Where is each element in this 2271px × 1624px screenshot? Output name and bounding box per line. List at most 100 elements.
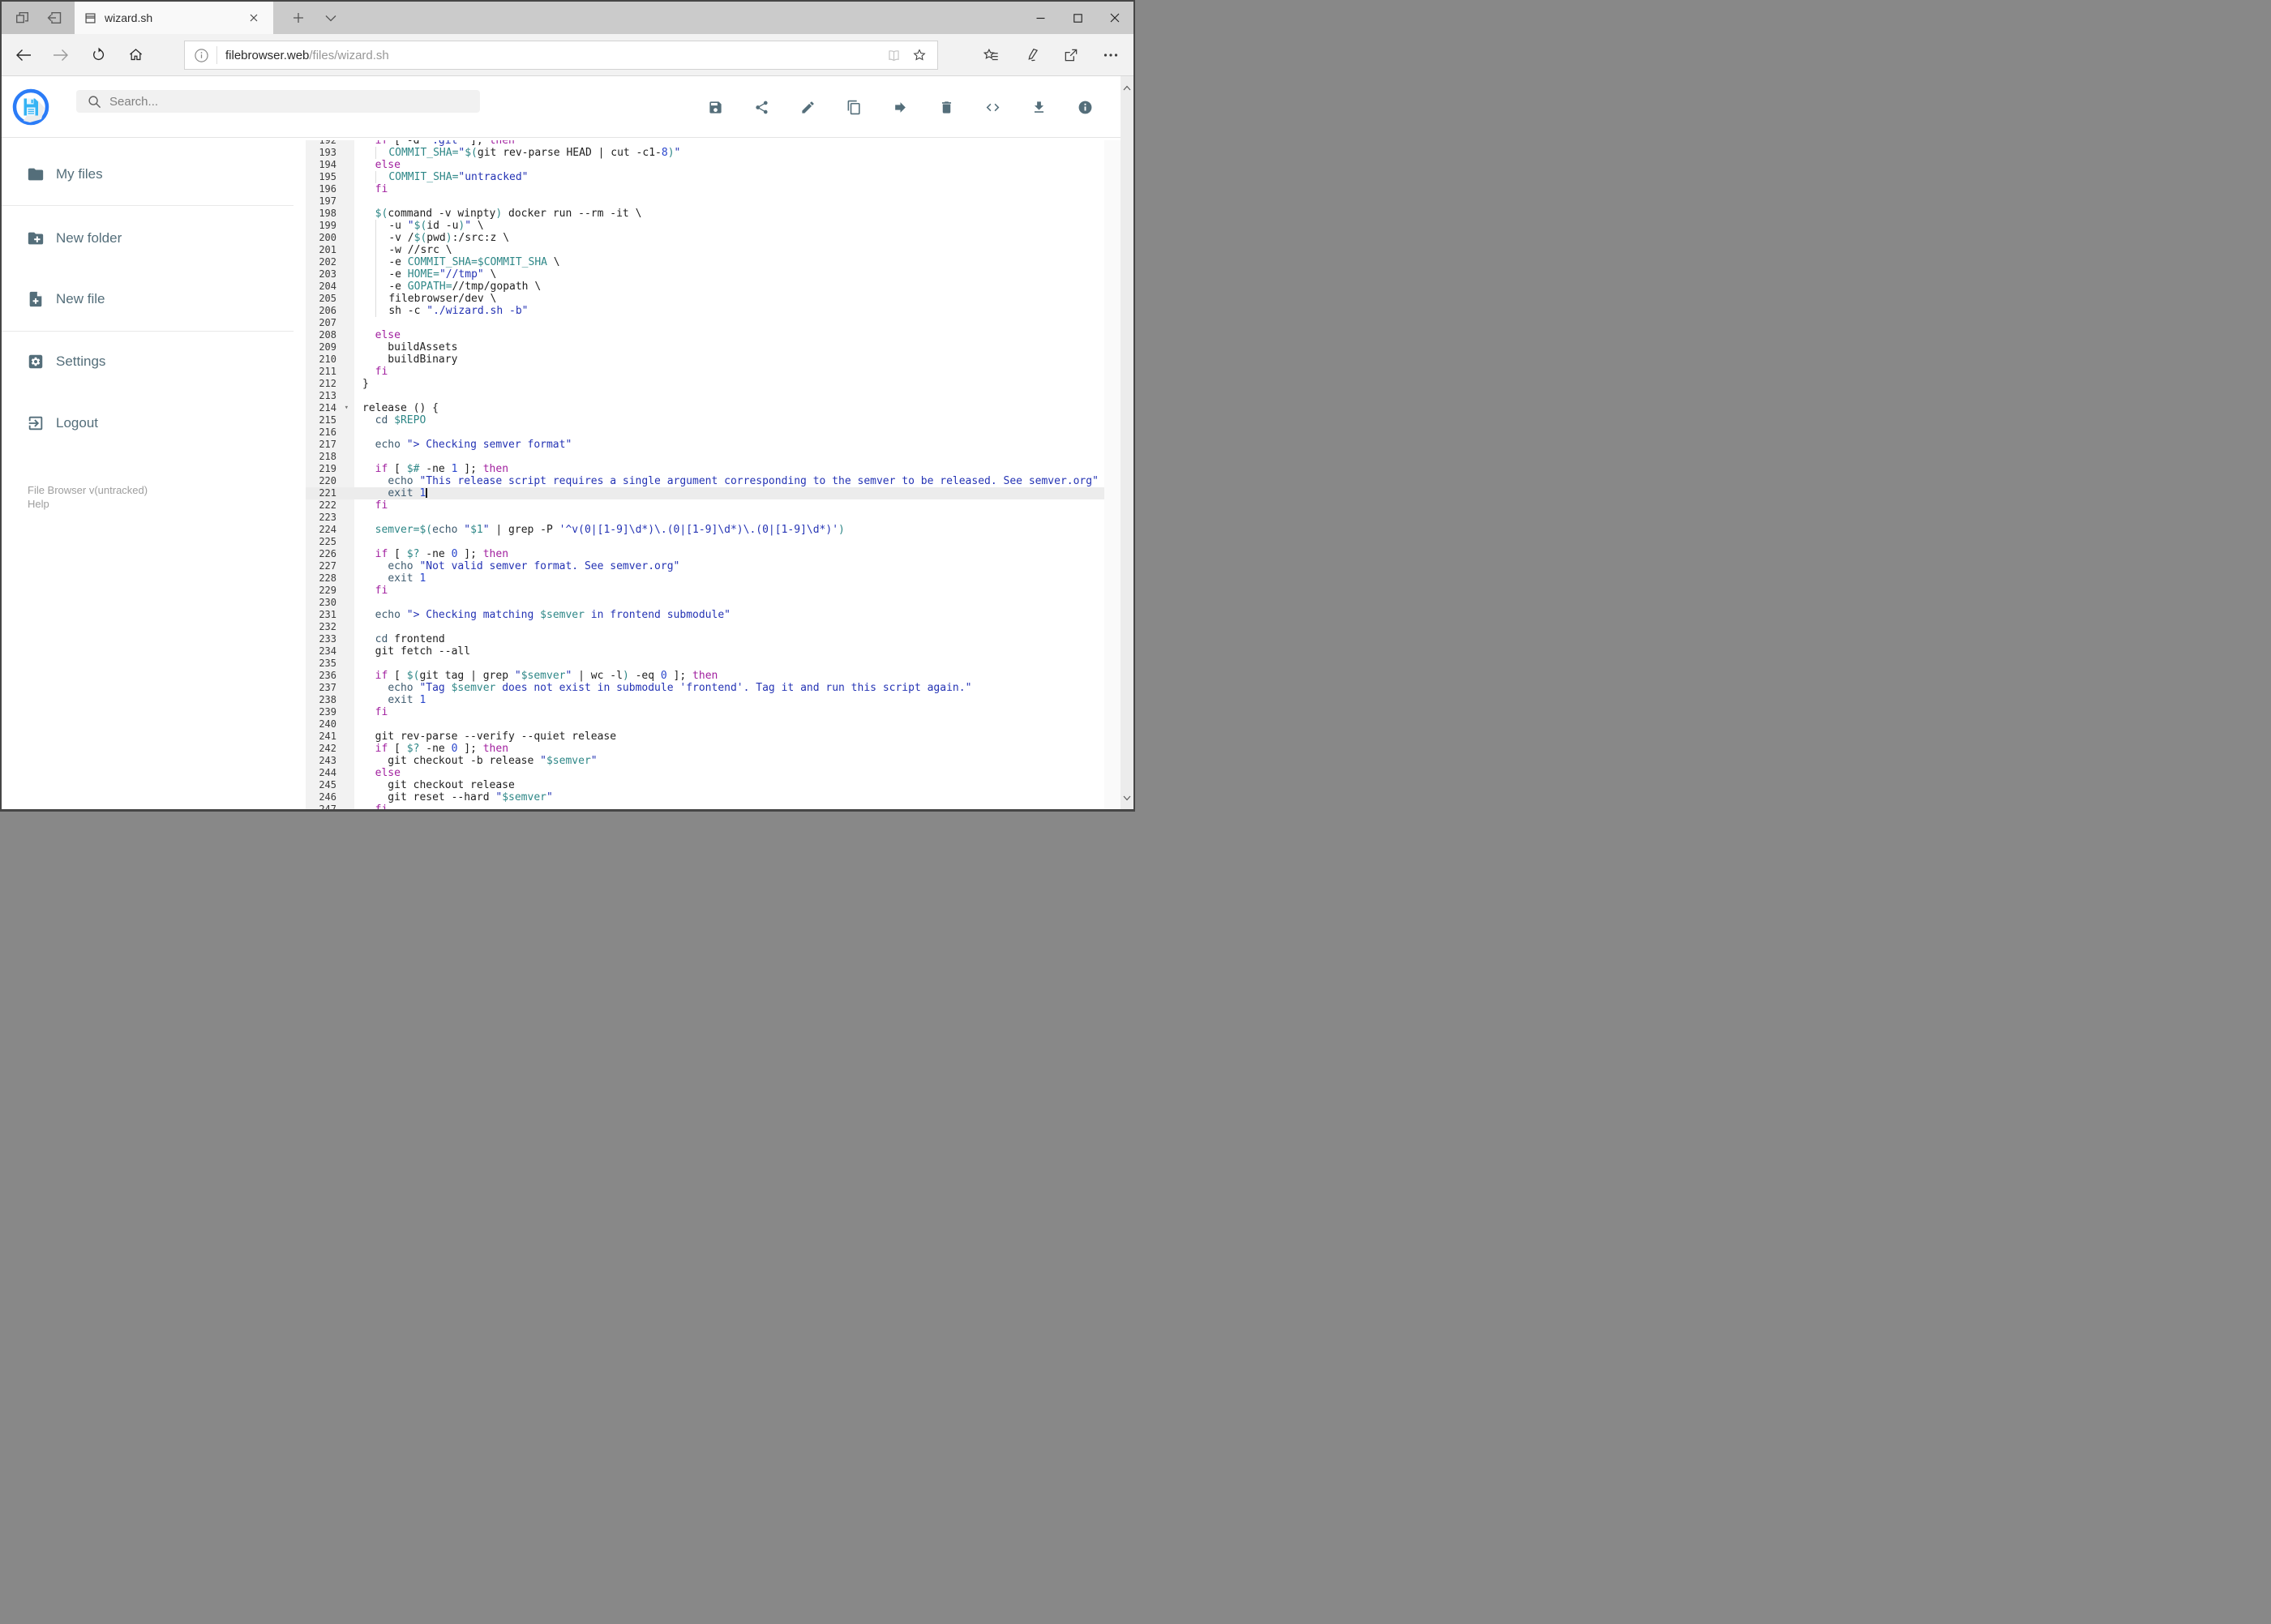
code-line[interactable]: 208 else xyxy=(306,329,1104,341)
code-line[interactable]: 217 echo "> Checking semver format" xyxy=(306,439,1104,451)
home-button[interactable] xyxy=(117,39,154,71)
search-bar[interactable] xyxy=(76,90,480,113)
move-button[interactable] xyxy=(892,99,908,115)
code-line[interactable]: 192 if [ -d ".git" ]; then xyxy=(306,140,1104,147)
address-bar[interactable]: filebrowser.web/files/wizard.sh xyxy=(184,41,938,70)
close-window-button[interactable] xyxy=(1096,2,1133,34)
code-line[interactable]: 228 exit 1 xyxy=(306,572,1104,585)
code-line[interactable]: 234 git fetch --all xyxy=(306,645,1104,658)
code-line[interactable]: 226 if [ $? -ne 0 ]; then xyxy=(306,548,1104,560)
editor-button[interactable] xyxy=(984,99,1001,115)
code-line[interactable]: 241 git rev-parse --verify --quiet relea… xyxy=(306,731,1104,743)
code-line[interactable]: 207 xyxy=(306,317,1104,329)
set-tabs-aside-button[interactable] xyxy=(43,6,66,29)
scroll-down-button[interactable] xyxy=(1123,786,1131,809)
code-line[interactable]: 243 git checkout -b release "$semver" xyxy=(306,755,1104,767)
code-line[interactable]: 244 else xyxy=(306,767,1104,779)
refresh-button[interactable] xyxy=(79,39,117,71)
search-input[interactable] xyxy=(109,94,434,109)
code-line[interactable]: 224 semver=$(echo "$1" | grep -P '^v(0|[… xyxy=(306,524,1104,536)
code-line[interactable]: 214 ▾ release () { xyxy=(306,402,1104,414)
share-page-button[interactable] xyxy=(1051,39,1091,71)
code-line[interactable]: 225 xyxy=(306,536,1104,548)
code-line[interactable]: 221 exit 1 xyxy=(306,487,1104,499)
new-tab-button[interactable] xyxy=(287,6,310,29)
code-editor[interactable]: 192 if [ -d ".git" ]; then 193 COMMIT_SHA… xyxy=(294,140,1133,809)
code-line[interactable]: 209 buildAssets xyxy=(306,341,1104,354)
code-line[interactable]: 229 fi xyxy=(306,585,1104,597)
code-line[interactable]: 219 if [ $# -ne 1 ]; then xyxy=(306,463,1104,475)
code-line[interactable]: 212} xyxy=(306,378,1104,390)
code-line[interactable]: 201 -w //src \ xyxy=(306,244,1104,256)
hub-button[interactable] xyxy=(971,39,1011,71)
code-line[interactable]: 204 -e GOPATH=//tmp/gopath \ xyxy=(306,281,1104,293)
browser-tab[interactable]: wizard.sh xyxy=(75,2,273,34)
code-line[interactable]: 242 if [ $? -ne 0 ]; then xyxy=(306,743,1104,755)
copy-button[interactable] xyxy=(846,99,862,115)
code-line[interactable]: 206 sh -c "./wizard.sh -b" xyxy=(306,305,1104,317)
page-scrollbar[interactable] xyxy=(1121,76,1133,809)
sidebar-item-new-file[interactable]: New file xyxy=(2,281,294,317)
code-line[interactable]: 202 -e COMMIT_SHA=$COMMIT_SHA \ xyxy=(306,256,1104,268)
code-line[interactable]: 222 fi xyxy=(306,499,1104,512)
code-line[interactable]: 194 else xyxy=(306,159,1104,171)
code-line[interactable]: 205 filebrowser/dev \ xyxy=(306,293,1104,305)
code-line[interactable]: 239 fi xyxy=(306,706,1104,718)
code-line[interactable]: 211 fi xyxy=(306,366,1104,378)
tab-preview-toggle[interactable] xyxy=(319,6,342,29)
code-line[interactable]: 245 git checkout release xyxy=(306,779,1104,791)
site-info-icon[interactable] xyxy=(195,48,208,62)
code-line[interactable]: 240 xyxy=(306,718,1104,731)
sidebar-item-new-folder[interactable]: New folder xyxy=(2,221,294,256)
rename-button[interactable] xyxy=(799,99,816,115)
code-line[interactable]: 237 echo "Tag $semver does not exist in … xyxy=(306,682,1104,694)
code-line[interactable]: 246 git reset --hard "$semver" xyxy=(306,791,1104,803)
code-lines[interactable]: 192 if [ -d ".git" ]; then 193 COMMIT_SHA… xyxy=(306,140,1104,809)
code-line[interactable]: 198 $(command -v winpty) docker run --rm… xyxy=(306,208,1104,220)
help-link[interactable]: Help xyxy=(28,497,294,511)
code-line[interactable]: 215 cd $REPO xyxy=(306,414,1104,426)
code-line[interactable]: 196 fi xyxy=(306,183,1104,195)
forward-button[interactable] xyxy=(42,39,79,71)
more-options-button[interactable] xyxy=(1091,39,1130,71)
web-note-button[interactable] xyxy=(1011,39,1051,71)
code-line[interactable]: 247 fi xyxy=(306,803,1104,809)
sidebar-item-logout[interactable]: Logout xyxy=(2,405,294,441)
code-line[interactable]: 216 xyxy=(306,426,1104,439)
tab-close-button[interactable] xyxy=(242,6,265,29)
minimize-button[interactable] xyxy=(1022,2,1059,34)
code-line[interactable]: 230 xyxy=(306,597,1104,609)
code-line[interactable]: 199 -u "$(id -u)" \ xyxy=(306,220,1104,232)
scroll-up-button[interactable] xyxy=(1123,76,1131,99)
filebrowser-logo[interactable] xyxy=(12,88,49,126)
code-line[interactable]: 193 COMMIT_SHA="$(git rev-parse HEAD | c… xyxy=(306,147,1104,159)
code-line[interactable]: 233 cd frontend xyxy=(306,633,1104,645)
code-line[interactable]: 227 echo "Not valid semver format. See s… xyxy=(306,560,1104,572)
code-line[interactable]: 200 -v /$(pwd):/src:z \ xyxy=(306,232,1104,244)
tab-preview-button[interactable] xyxy=(11,6,33,29)
code-line[interactable]: 218 xyxy=(306,451,1104,463)
code-line[interactable]: 235 xyxy=(306,658,1104,670)
code-line[interactable]: 232 xyxy=(306,621,1104,633)
code-line[interactable]: 203 -e HOME="//tmp" \ xyxy=(306,268,1104,281)
info-button[interactable] xyxy=(1077,99,1093,115)
download-button[interactable] xyxy=(1031,99,1047,115)
share-button[interactable] xyxy=(753,99,769,115)
delete-button[interactable] xyxy=(938,99,954,115)
code-line[interactable]: 197 xyxy=(306,195,1104,208)
code-line[interactable]: 213 xyxy=(306,390,1104,402)
code-line[interactable]: 195 COMMIT_SHA="untracked" xyxy=(306,171,1104,183)
code-line[interactable]: 238 exit 1 xyxy=(306,694,1104,706)
code-line[interactable]: 231 echo "> Checking matching $semver in… xyxy=(306,609,1104,621)
maximize-button[interactable] xyxy=(1059,2,1096,34)
fold-marker-icon[interactable]: ▾ xyxy=(345,402,349,414)
sidebar-item-settings[interactable]: Settings xyxy=(2,344,294,379)
save-button[interactable] xyxy=(707,99,723,115)
back-button[interactable] xyxy=(5,39,42,71)
code-line[interactable]: 220 echo "This release script requires a… xyxy=(306,475,1104,487)
code-line[interactable]: 236 if [ $(git tag | grep "$semver" | wc… xyxy=(306,670,1104,682)
code-line[interactable]: 223 xyxy=(306,512,1104,524)
favorite-star-button[interactable] xyxy=(906,44,932,66)
code-line[interactable]: 210 buildBinary xyxy=(306,354,1104,366)
reading-view-button[interactable] xyxy=(881,44,906,66)
